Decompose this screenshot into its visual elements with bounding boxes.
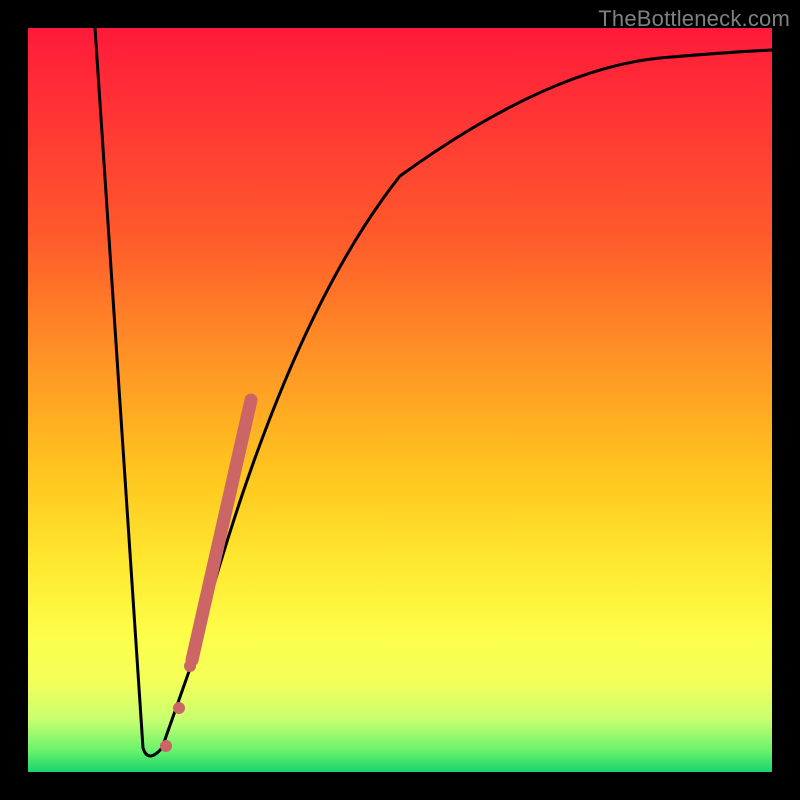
highlight-band: [192, 400, 251, 660]
highlight-dot: [184, 660, 196, 672]
curve-svg: [28, 28, 772, 772]
watermark-text: TheBottleneck.com: [598, 6, 790, 32]
highlight-dot: [160, 740, 172, 752]
highlight-dot: [173, 702, 185, 714]
chart-frame: TheBottleneck.com: [0, 0, 800, 800]
plot-area: [28, 28, 772, 772]
